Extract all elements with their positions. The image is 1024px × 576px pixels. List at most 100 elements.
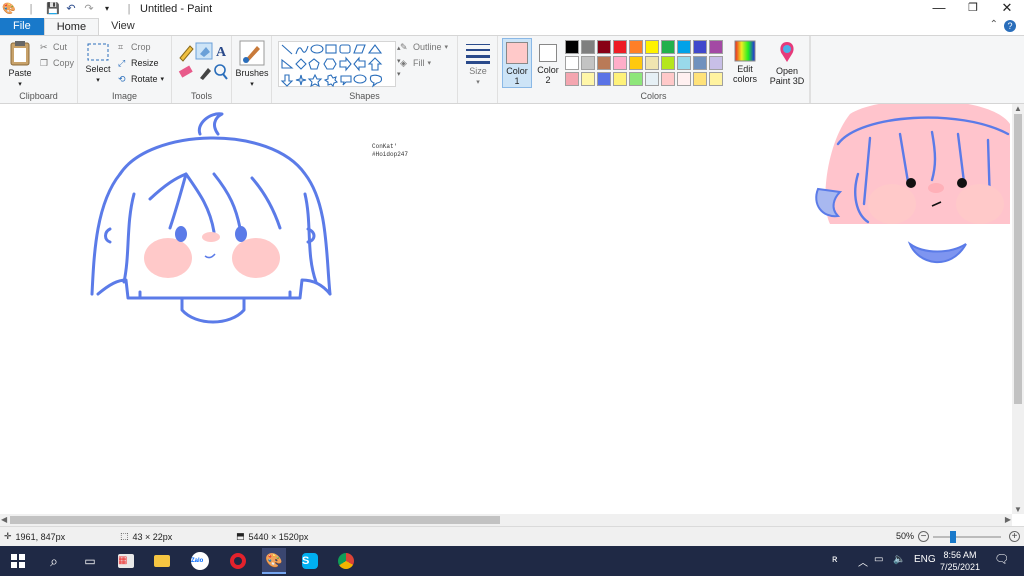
help-icon[interactable]: ? <box>1004 20 1016 32</box>
palette-swatch-21[interactable] <box>581 72 595 86</box>
image-size-icon: ⬒ <box>236 531 245 541</box>
clock[interactable]: 8:56 AM 7/25/2021 <box>940 549 980 573</box>
palette-swatch-28[interactable] <box>693 72 707 86</box>
palette-swatch-12[interactable] <box>597 56 611 70</box>
file-explorer-icon[interactable] <box>152 551 172 571</box>
color1-button[interactable]: Color 1 <box>502 38 532 88</box>
palette-swatch-17[interactable] <box>677 56 691 70</box>
group-tools: A Tools <box>172 36 232 103</box>
palette-swatch-26[interactable] <box>661 72 675 86</box>
language-indicator[interactable]: ENG <box>914 554 936 565</box>
crop-button[interactable]: ⌗ Crop <box>118 42 151 52</box>
opera-browser-icon[interactable] <box>228 551 248 571</box>
fill-button[interactable]: ◈ Fill ▾ <box>400 58 431 68</box>
clipboard-icon <box>10 41 30 66</box>
chrome-browser-icon[interactable] <box>336 551 356 571</box>
show-hidden-icons[interactable]: ︿ <box>858 554 868 569</box>
collapse-ribbon-icon[interactable]: ⌃ <box>990 19 998 30</box>
group-shapes: ▴ ▾ ▾ ✎ Outline ▾ ◈ Fill ▾ Shapes <box>272 36 458 103</box>
palette-swatch-4[interactable] <box>629 40 643 54</box>
palette-swatch-18[interactable] <box>693 56 707 70</box>
paste-button[interactable]: Paste ▾ <box>6 40 34 88</box>
edit-colors-button[interactable]: Edit colors <box>730 40 760 84</box>
palette-swatch-19[interactable] <box>709 56 723 70</box>
cursor-position: ✛ 1961, 847px <box>4 531 66 542</box>
zoom-out-icon[interactable]: − <box>918 531 929 542</box>
restore-button[interactable]: ❐ <box>956 0 990 18</box>
tab-file[interactable]: File <box>0 18 44 35</box>
horizontal-scroll-thumb[interactable] <box>10 516 500 524</box>
palette-swatch-11[interactable] <box>581 56 595 70</box>
paint-taskbar-icon[interactable]: 🎨 <box>262 548 286 574</box>
palette-swatch-9[interactable] <box>709 40 723 54</box>
brushes-button[interactable]: Brushes ▾ <box>235 40 269 88</box>
vertical-scrollbar[interactable]: ▲ ▼ <box>1012 104 1024 514</box>
tab-view[interactable]: View <box>99 18 147 35</box>
palette-swatch-3[interactable] <box>613 40 627 54</box>
close-button[interactable]: ✕ <box>990 0 1024 18</box>
undo-icon[interactable]: ↶ <box>64 2 78 16</box>
store-app-icon[interactable]: ▦ <box>116 551 136 571</box>
palette-swatch-29[interactable] <box>709 72 723 86</box>
copy-button[interactable]: ❐ Copy <box>40 58 74 68</box>
palette-swatch-20[interactable] <box>565 72 579 86</box>
battery-icon[interactable]: ▭ <box>874 554 883 565</box>
scroll-down-icon[interactable]: ▼ <box>1014 505 1022 514</box>
cut-button[interactable]: ✂ Cut <box>40 42 67 52</box>
palette-swatch-22[interactable] <box>597 72 611 86</box>
palette-swatch-2[interactable] <box>597 40 611 54</box>
shapes-gallery[interactable] <box>278 41 396 88</box>
notifications-icon[interactable]: 🗨 <box>994 552 1009 566</box>
signature-line2: #Hoidop247 <box>372 151 408 158</box>
palette-swatch-27[interactable] <box>677 72 691 86</box>
people-icon[interactable]: ʀ <box>832 554 837 565</box>
customize-qa-icon[interactable]: ▾ <box>100 2 114 16</box>
palette-swatch-16[interactable] <box>661 56 675 70</box>
redo-icon[interactable]: ↷ <box>82 2 96 16</box>
palette-swatch-0[interactable] <box>565 40 579 54</box>
outline-button[interactable]: ✎ Outline ▾ <box>400 42 448 52</box>
color2-swatch <box>539 44 557 62</box>
palette-swatch-14[interactable] <box>629 56 643 70</box>
vertical-scroll-thumb[interactable] <box>1014 114 1022 404</box>
window-title: Untitled - Paint <box>140 3 213 15</box>
paint-app-icon[interactable]: 🎨 <box>2 2 16 16</box>
skype-icon[interactable]: S <box>300 551 320 571</box>
palette-swatch-10[interactable] <box>565 56 579 70</box>
palette-swatch-15[interactable] <box>645 56 659 70</box>
palette-swatch-6[interactable] <box>661 40 675 54</box>
zoom-in-icon[interactable]: + <box>1009 531 1020 542</box>
windows-start-icon[interactable] <box>8 551 28 571</box>
palette-swatch-24[interactable] <box>629 72 643 86</box>
palette-swatch-7[interactable] <box>677 40 691 54</box>
minimize-button[interactable]: — <box>922 0 956 18</box>
zalo-app-icon[interactable]: Zalo <box>190 551 210 571</box>
chibi-head-right <box>815 104 1010 263</box>
scroll-up-icon[interactable]: ▲ <box>1014 104 1022 113</box>
scroll-right-icon[interactable]: ▶ <box>1005 515 1011 524</box>
size-button[interactable]: Size ▾ <box>463 42 493 86</box>
select-button[interactable]: Select ▾ <box>84 42 112 84</box>
open-paint3d-button[interactable]: Open Paint 3D <box>768 40 806 86</box>
selection-size: ⬚ 43 × 22px <box>120 531 173 542</box>
scroll-left-icon[interactable]: ◀ <box>1 515 7 524</box>
palette-swatch-8[interactable] <box>693 40 707 54</box>
rotate-button[interactable]: ⟲ Rotate ▾ <box>118 74 164 84</box>
zoom-slider[interactable] <box>933 536 1001 538</box>
search-icon[interactable]: ⌕ <box>44 551 64 571</box>
drawing-canvas[interactable]: ConKat' #Hoidop247 <box>0 104 1024 514</box>
color2-button[interactable]: Color 2 <box>534 38 562 88</box>
save-icon[interactable]: 💾 <box>46 2 60 16</box>
resize-button[interactable]: ⤢ Resize <box>118 58 159 68</box>
palette-swatch-13[interactable] <box>613 56 627 70</box>
palette-swatch-23[interactable] <box>613 72 627 86</box>
volume-icon[interactable]: 🔈 <box>893 554 905 565</box>
palette-swatch-25[interactable] <box>645 72 659 86</box>
tab-home[interactable]: Home <box>43 18 100 35</box>
zoom-slider-thumb[interactable] <box>950 531 956 543</box>
palette-swatch-5[interactable] <box>645 40 659 54</box>
brush-icon <box>239 40 265 66</box>
horizontal-scrollbar[interactable]: ◀ ▶ <box>0 514 1012 526</box>
task-view-icon[interactable]: ▭ <box>80 551 100 571</box>
palette-swatch-1[interactable] <box>581 40 595 54</box>
